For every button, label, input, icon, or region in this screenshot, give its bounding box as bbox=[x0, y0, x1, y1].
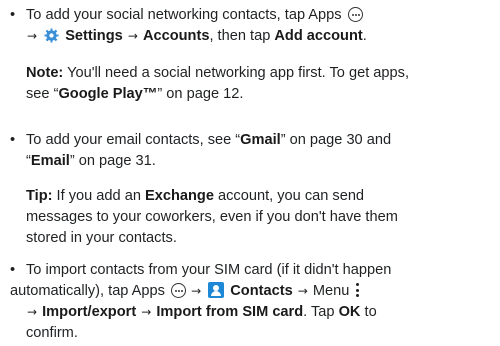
arrow-icon: → bbox=[27, 305, 38, 319]
arrow-icon: → bbox=[27, 29, 38, 43]
bullet-dot: • bbox=[10, 7, 16, 23]
note-see-text: see “ bbox=[26, 86, 59, 102]
email-link[interactable]: Email bbox=[31, 153, 70, 169]
gear-icon bbox=[44, 28, 59, 43]
arrow-icon: → bbox=[141, 305, 152, 319]
settings-label: Settings bbox=[65, 28, 123, 44]
bullet-email-contacts: • To add your email contacts, see “Gmail… bbox=[10, 130, 495, 172]
gmail-page-ref: ” on page 30 and bbox=[280, 132, 392, 148]
note-page-ref: ” on page 12. bbox=[157, 86, 244, 102]
email-page-ref: ” on page 31. bbox=[69, 153, 156, 169]
bullet-social-contacts: • To add your social networking contacts… bbox=[10, 5, 495, 47]
tip-line-2: messages to your coworkers, even if you … bbox=[26, 209, 398, 225]
note-block: Note: You'll need a social networking ap… bbox=[26, 63, 496, 105]
tip-text-2: account, you can send bbox=[218, 188, 365, 204]
contacts-label: Contacts bbox=[230, 283, 293, 299]
bullet-sim-import: • To import contacts from your SIM card … bbox=[10, 260, 495, 344]
accounts-label: Accounts bbox=[142, 28, 210, 44]
manual-page: • To add your social networking contacts… bbox=[0, 0, 500, 346]
ok-label: OK bbox=[338, 304, 361, 320]
to-text: to bbox=[364, 304, 377, 320]
email-intro-text: To add your email contacts, see “ bbox=[26, 132, 241, 148]
bullet-dot: • bbox=[10, 132, 16, 148]
note-label: Note: bbox=[26, 65, 64, 81]
then-tap-text: , then tap bbox=[209, 28, 271, 44]
apps-icon bbox=[347, 7, 363, 22]
apps-icon bbox=[171, 283, 186, 298]
note-text: You'll need a social networking app firs… bbox=[67, 65, 409, 81]
import-sim-label: Import from SIM card bbox=[156, 304, 304, 320]
arrow-icon: → bbox=[191, 284, 202, 298]
arrow-icon: → bbox=[297, 284, 308, 298]
social-intro-text: To add your social networking contacts, … bbox=[26, 7, 342, 23]
menu-label: Menu bbox=[312, 283, 350, 299]
exchange-label: Exchange bbox=[145, 188, 214, 204]
overflow-menu-icon bbox=[355, 282, 360, 298]
tip-label: Tip: bbox=[26, 188, 53, 204]
tip-text-1: If you add an bbox=[56, 188, 141, 204]
gmail-link[interactable]: Gmail bbox=[240, 132, 281, 148]
tip-block: Tip: If you add an Exchange account, you… bbox=[26, 186, 496, 249]
sim-intro-text: To import contacts from your SIM card (i… bbox=[26, 262, 392, 278]
import-export-label: Import/export bbox=[42, 304, 137, 320]
bullet-dot: • bbox=[10, 262, 16, 278]
sim-tap-apps-text: automatically), tap Apps bbox=[10, 283, 165, 299]
add-account-label: Add account bbox=[274, 28, 363, 44]
confirm-text: confirm. bbox=[26, 325, 78, 341]
tip-line-3: stored in your contacts. bbox=[26, 230, 177, 246]
google-play-link[interactable]: Google Play™ bbox=[58, 86, 157, 102]
period: . bbox=[362, 28, 367, 44]
contacts-icon bbox=[208, 282, 225, 298]
arrow-icon: → bbox=[127, 29, 138, 43]
tap-text: . Tap bbox=[303, 304, 335, 320]
